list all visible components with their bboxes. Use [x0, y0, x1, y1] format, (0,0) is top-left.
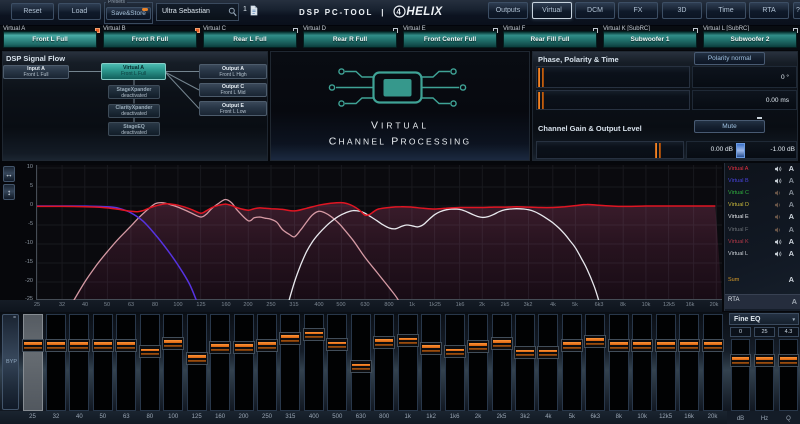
svg-text:VIRTUAL: VIRTUAL [371, 120, 429, 132]
svg-text:4: 4 [397, 7, 403, 16]
svg-text:CHANNEL PROCESSING: CHANNEL PROCESSING [329, 136, 472, 148]
